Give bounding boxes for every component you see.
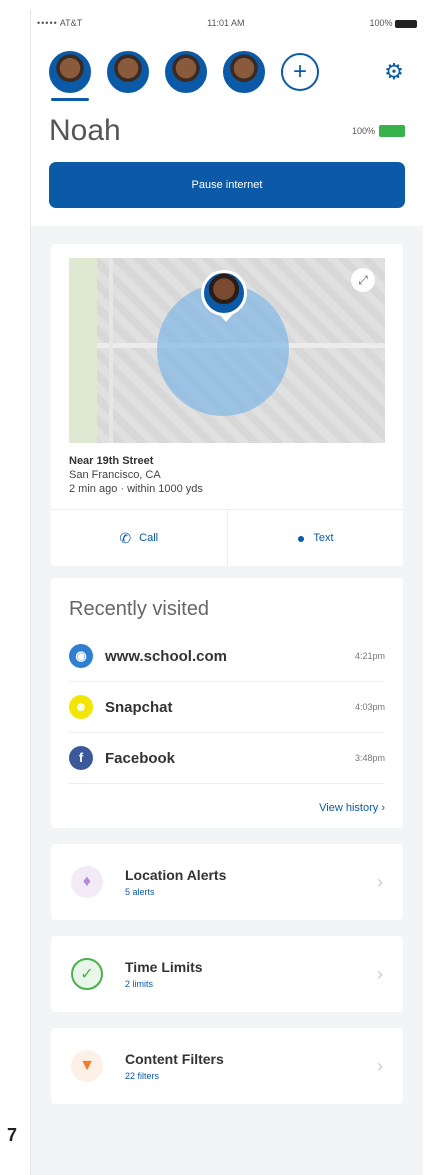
- list-item[interactable]: ☻ Snapchat 4:03pm: [69, 682, 385, 733]
- avatar-child-3[interactable]: [165, 51, 207, 93]
- time-limits-card[interactable]: ✓ Time Limits 2 limits ›: [51, 936, 403, 1012]
- plus-icon: +: [292, 58, 307, 85]
- location-address: Near 19th Street San Francisco, CA 2 min…: [69, 443, 385, 495]
- feature-subtitle: 2 limits: [125, 979, 154, 989]
- child-avatar-row: + ⚙: [31, 36, 423, 102]
- add-child-button[interactable]: +: [281, 53, 319, 91]
- feature-title: Location Alerts: [125, 867, 227, 883]
- phone-icon: ✆: [119, 529, 132, 546]
- status-bar: ••••• AT&T 11:01 AM 100%: [31, 10, 423, 36]
- status-time: 11:01 AM: [207, 18, 245, 28]
- location-alerts-card[interactable]: ♦ Location Alerts 5 alerts ›: [51, 844, 403, 920]
- settings-gear-icon[interactable]: ⚙: [383, 61, 405, 83]
- feature-subtitle: 22 filters: [125, 1071, 160, 1081]
- header-section: ••••• AT&T 11:01 AM 100% + ⚙ Noah 100% P…: [31, 10, 423, 226]
- pause-internet-button[interactable]: Pause internet: [49, 162, 405, 208]
- feature-title: Time Limits: [125, 959, 203, 975]
- battery-icon: [395, 19, 417, 28]
- avatar-child-1[interactable]: [49, 51, 91, 101]
- list-item[interactable]: f Facebook 3:48pm: [69, 733, 385, 784]
- facebook-icon: f: [69, 746, 93, 770]
- signal-indicator: ••••• AT&T: [37, 18, 83, 28]
- phone-screen: ••••• AT&T 11:01 AM 100% + ⚙ Noah 100% P…: [30, 10, 423, 1175]
- location-map[interactable]: ⤢: [69, 258, 385, 443]
- chevron-right-icon: ›: [377, 1055, 383, 1076]
- text-button[interactable]: ● Text: [226, 510, 404, 566]
- chat-bubble-icon: ●: [296, 530, 306, 546]
- call-button[interactable]: ✆ Call: [51, 510, 227, 566]
- avatar-child-2[interactable]: [107, 51, 149, 93]
- location-city: San Francisco, CA: [69, 469, 161, 481]
- avatar-child-4[interactable]: [223, 51, 265, 93]
- view-history-link[interactable]: View history ›: [69, 784, 385, 814]
- location-street: Near 19th Street: [69, 455, 154, 467]
- child-location-pin[interactable]: [201, 270, 247, 322]
- content-filters-card[interactable]: ▼ Content Filters 22 filters ›: [51, 1028, 403, 1104]
- feature-subtitle: 5 alerts: [125, 887, 155, 897]
- map-park-area: [69, 258, 97, 443]
- device-battery-status: 100%: [352, 125, 405, 137]
- clock-icon: ✓: [71, 958, 103, 990]
- page-number: 7: [7, 1125, 18, 1145]
- recently-visited-title: Recently visited: [69, 598, 210, 620]
- chevron-right-icon: ›: [377, 871, 383, 892]
- status-battery: 100%: [369, 18, 417, 28]
- globe-icon: ◉: [69, 644, 93, 668]
- battery-level-icon: [379, 125, 405, 137]
- filter-icon: ▼: [71, 1050, 103, 1082]
- recently-visited-card: Recently visited ◉ www.school.com 4:21pm…: [51, 578, 403, 828]
- location-actions: ✆ Call ● Text: [51, 509, 403, 566]
- location-updated: 2 min ago · within 1000 yds: [69, 483, 203, 495]
- location-card: ⤢ Near 19th Street San Francisco, CA 2 m…: [51, 244, 403, 566]
- lightbulb-icon: ♦: [71, 866, 103, 898]
- profile-name-row: Noah 100%: [31, 102, 423, 148]
- expand-map-icon[interactable]: ⤢: [351, 268, 375, 292]
- snapchat-icon: ☻: [69, 695, 93, 719]
- chevron-right-icon: ›: [377, 963, 383, 984]
- feature-title: Content Filters: [125, 1051, 224, 1067]
- list-item[interactable]: ◉ www.school.com 4:21pm: [69, 631, 385, 682]
- child-name: Noah: [49, 114, 121, 147]
